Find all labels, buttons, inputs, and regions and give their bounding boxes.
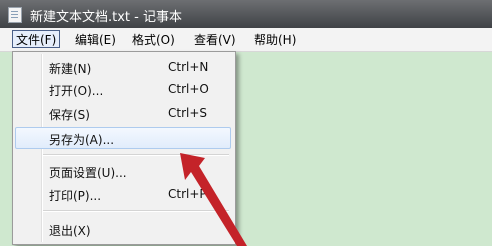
menu-item-label: 退出(X) xyxy=(49,224,91,238)
menu-item-shortcut: Ctrl+S xyxy=(168,106,208,120)
menu-item-print[interactable]: 打印(P)... Ctrl+P xyxy=(15,183,231,205)
menu-item-label: 保存(S) xyxy=(49,108,90,122)
menu-separator xyxy=(43,154,229,155)
menu-item-save[interactable]: 保存(S) Ctrl+S xyxy=(15,102,231,124)
title-bar: 新建文本文档.txt - 记事本 xyxy=(0,0,492,28)
menu-item-save-as[interactable]: 另存为(A)... xyxy=(15,127,231,149)
menu-item-label: 另存为(A)... xyxy=(49,133,115,147)
menu-separator xyxy=(43,210,229,211)
menu-view[interactable]: 查看(V) xyxy=(194,31,236,48)
file-menu-dropdown: 新建(N) Ctrl+N 打开(O)... Ctrl+O 保存(S) Ctrl+… xyxy=(12,51,236,245)
menu-item-label: 页面设置(U)... xyxy=(49,166,127,180)
menu-item-label: 打开(O)... xyxy=(49,84,104,98)
menu-format[interactable]: 格式(O) xyxy=(132,31,175,48)
menu-item-shortcut: Ctrl+O xyxy=(168,82,209,96)
menu-edit[interactable]: 编辑(E) xyxy=(75,31,116,48)
menu-item-page-setup[interactable]: 页面设置(U)... xyxy=(15,160,231,182)
menu-item-shortcut: Ctrl+N xyxy=(168,60,209,74)
window-title: 新建文本文档.txt - 记事本 xyxy=(30,10,182,25)
menu-item-exit[interactable]: 退出(X) xyxy=(15,218,231,240)
menu-file[interactable]: 文件(F) xyxy=(12,30,61,48)
menu-help[interactable]: 帮助(H) xyxy=(254,31,296,48)
notepad-icon xyxy=(8,7,22,23)
menu-item-new[interactable]: 新建(N) Ctrl+N xyxy=(15,56,231,78)
menu-bar: 文件(F) 编辑(E) 格式(O) 查看(V) 帮助(H) xyxy=(0,28,492,52)
menu-item-label: 打印(P)... xyxy=(49,189,102,203)
menu-item-open[interactable]: 打开(O)... Ctrl+O xyxy=(15,78,231,100)
menu-item-label: 新建(N) xyxy=(49,62,92,76)
menu-item-shortcut: Ctrl+P xyxy=(168,187,207,201)
